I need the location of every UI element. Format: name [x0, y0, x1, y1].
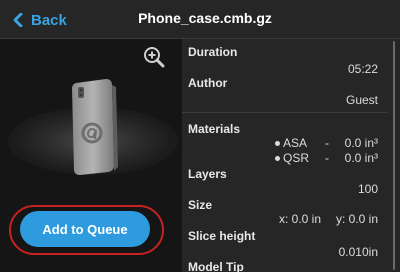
- material-amount: 0.0 in³: [344, 151, 378, 165]
- zoom-in-icon[interactable]: [142, 45, 166, 69]
- section-divider: [182, 112, 388, 113]
- bullet-icon: [275, 156, 280, 161]
- layers-label: Layers: [188, 167, 227, 181]
- slice-height-value: 0.010in: [338, 245, 378, 259]
- file-title: Phone_case.cmb.gz: [138, 10, 272, 26]
- author-value: Guest: [345, 93, 378, 107]
- material-amount: 0.0 in³: [344, 136, 378, 150]
- bullet-icon: [275, 141, 280, 146]
- model-tip-label: Model Tip: [188, 260, 244, 272]
- add-to-queue-button[interactable]: Add to Queue: [20, 211, 150, 247]
- size-label: Size: [188, 198, 213, 212]
- material-separator: -: [325, 136, 329, 150]
- header-bar: Back Phone_case.cmb.gz: [0, 0, 400, 39]
- size-y-value: y: 0.0 in: [335, 212, 378, 226]
- duration-label: Duration: [188, 45, 238, 59]
- author-label: Author: [188, 76, 228, 90]
- scrollbar[interactable]: [393, 41, 395, 270]
- screen: Back Phone_case.cmb.gz Add to Queue Dura…: [0, 0, 400, 272]
- material-name: ASA: [283, 136, 308, 150]
- size-x-value: x: 0.0 in: [279, 212, 322, 226]
- phone-case-model: [72, 79, 118, 175]
- material-separator: -: [325, 151, 329, 165]
- materials-label: Materials: [188, 122, 241, 136]
- layers-value: 100: [357, 182, 378, 196]
- duration-value: 05:22: [347, 62, 378, 76]
- preview-panel: Add to Queue: [0, 39, 182, 272]
- slice-height-label: Slice height: [188, 229, 256, 243]
- material-name: QSR: [283, 151, 310, 165]
- details-panel[interactable]: Duration 05:22 Author Guest Materials AS…: [182, 39, 400, 272]
